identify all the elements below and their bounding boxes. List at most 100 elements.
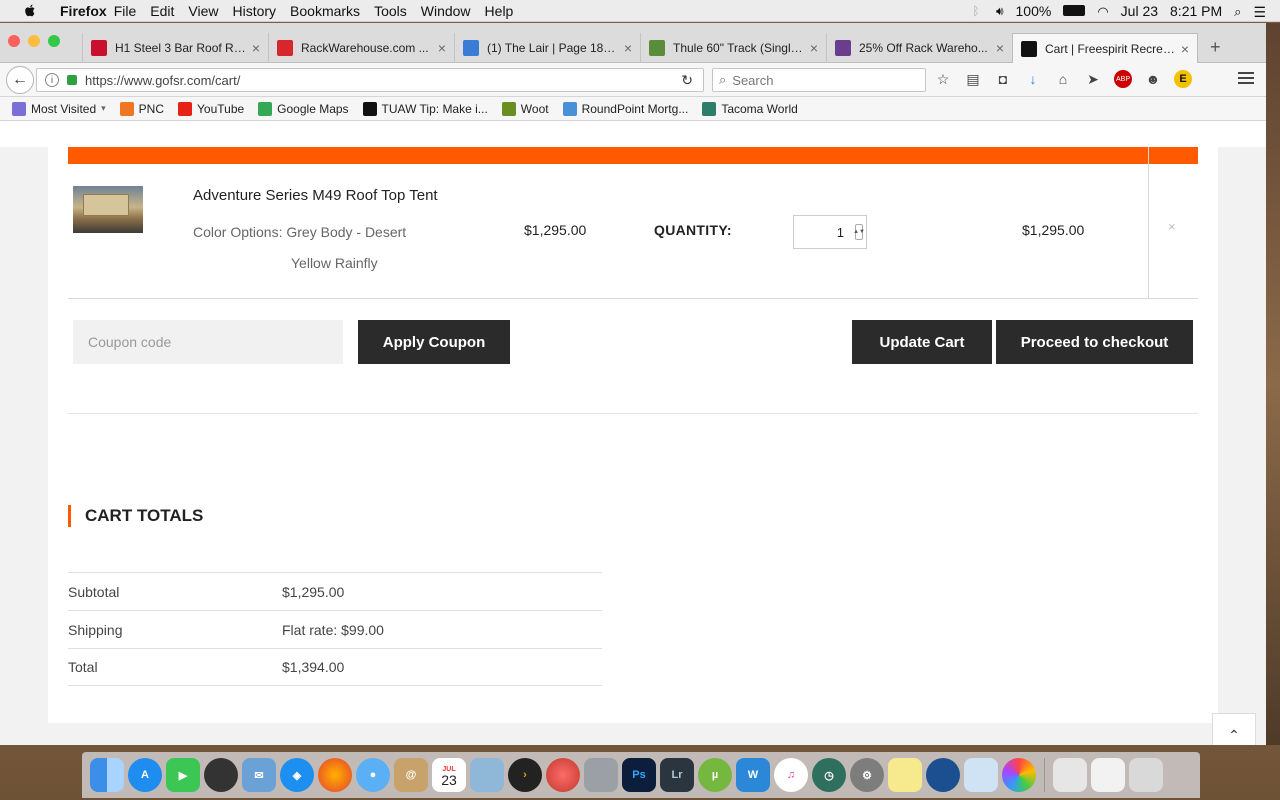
apply-coupon-button[interactable]: Apply Coupon <box>358 320 510 364</box>
remove-item-icon[interactable]: × <box>1168 219 1176 234</box>
document-stack-icon[interactable] <box>1053 758 1087 792</box>
menu-edit[interactable]: Edit <box>150 3 174 19</box>
tab-title[interactable]: RackWarehouse.com ... <box>301 41 432 55</box>
coupon-code-input[interactable]: Coupon code <box>73 320 343 364</box>
search-bar[interactable]: ⌕ Search <box>712 68 926 92</box>
menu-file[interactable]: File <box>114 3 137 19</box>
proceed-to-checkout-button[interactable]: Proceed to checkout <box>996 320 1193 364</box>
chat-icon[interactable]: ☻ <box>1144 70 1162 88</box>
menu-view[interactable]: View <box>188 3 218 19</box>
system-preferences-icon[interactable]: ⚙ <box>850 758 884 792</box>
battery-icon[interactable] <box>1063 5 1086 16</box>
bookmark-item[interactable]: Woot <box>501 101 549 116</box>
reload-icon[interactable]: ↻ <box>681 72 693 89</box>
system-utility-icon[interactable] <box>584 758 618 792</box>
send-icon[interactable]: ➤ <box>1084 70 1102 88</box>
notification-center-icon[interactable]: ☰ <box>1253 4 1266 20</box>
menu-history[interactable]: History <box>232 3 276 19</box>
tab-close-icon[interactable]: × <box>624 40 632 56</box>
url-text[interactable]: https://www.gofsr.com/cart/ <box>85 73 240 88</box>
url-bar[interactable]: i https://www.gofsr.com/cart/ ↻ <box>36 68 704 92</box>
bookmark-star-icon[interactable]: ☆ <box>934 70 952 88</box>
spotlight-search-icon[interactable]: ⌕ <box>1234 4 1241 19</box>
adblock-icon[interactable]: ABP <box>1114 70 1132 88</box>
bookmark-item[interactable]: Tacoma World <box>702 101 798 116</box>
tab-close-icon[interactable]: × <box>810 40 818 56</box>
browser-tab[interactable]: Thule 60" Track (Single... × <box>640 33 826 63</box>
messages-icon[interactable]: ● <box>356 758 390 792</box>
menu-bookmarks[interactable]: Bookmarks <box>290 3 360 19</box>
site-info-icon[interactable]: i <box>45 73 59 87</box>
bookmark-item[interactable]: TUAW Tip: Make i... <box>362 101 488 116</box>
app-store-icon[interactable]: A <box>128 758 162 792</box>
wunderlist-icon[interactable]: W <box>736 758 770 792</box>
docx-stack-icon[interactable] <box>1091 758 1125 792</box>
browser-tab[interactable]: RackWarehouse.com ... × <box>268 33 454 63</box>
browser-tab[interactable]: (1) The Lair | Page 180 |... × <box>454 33 640 63</box>
dashboard-icon[interactable] <box>204 758 238 792</box>
spinner-arrows-icon[interactable]: ▲▼ <box>853 224 865 240</box>
network-utility-icon[interactable] <box>926 758 960 792</box>
lightroom-icon[interactable]: Lr <box>660 758 694 792</box>
minimize-window-button[interactable] <box>28 35 40 47</box>
firefox-icon[interactable] <box>318 758 352 792</box>
new-tab-button[interactable]: + <box>1210 37 1221 58</box>
contacts-icon[interactable]: @ <box>394 758 428 792</box>
time-machine-icon[interactable]: ◷ <box>812 758 846 792</box>
itunes-icon[interactable]: ♫ <box>774 758 808 792</box>
scroll-to-top-button[interactable]: ⌃ <box>1212 713 1256 745</box>
bluetooth-icon[interactable]: ᛒ <box>968 4 984 18</box>
volume-icon[interactable]: 🔊︎ <box>996 4 1004 18</box>
home-icon[interactable]: ⌂ <box>1054 70 1072 88</box>
product-thumbnail[interactable] <box>73 186 143 233</box>
browser-tab[interactable]: 25% Off Rack Wareho... × <box>826 33 1012 63</box>
bookmark-item[interactable]: Most Visited ▾ <box>12 101 106 116</box>
tab-close-icon[interactable]: × <box>996 40 1004 56</box>
extension-e-icon[interactable]: E <box>1174 70 1192 88</box>
menubar-app-name[interactable]: Firefox <box>60 3 107 19</box>
hamburger-menu-icon[interactable] <box>1238 72 1254 87</box>
downloads-icon[interactable]: ↓ <box>1024 70 1042 88</box>
close-window-button[interactable] <box>8 35 20 47</box>
trash-icon[interactable] <box>1129 758 1163 792</box>
browser-tab[interactable]: H1 Steel 3 Bar Roof Ra... × <box>82 33 268 63</box>
browser-tab[interactable]: Cart | Freespirit Recrea... × <box>1012 33 1198 63</box>
pocket-icon[interactable]: ◘ <box>994 70 1012 88</box>
stickies-icon[interactable] <box>888 758 922 792</box>
zoom-window-button[interactable] <box>48 35 60 47</box>
apple-menu-icon[interactable] <box>20 3 40 19</box>
tab-close-icon[interactable]: × <box>1181 41 1189 57</box>
tab-title[interactable]: Cart | Freespirit Recrea... <box>1045 42 1175 56</box>
wifi-icon[interactable]: ◠ <box>1097 4 1108 19</box>
plex-icon[interactable]: › <box>508 758 542 792</box>
chevron-down-icon[interactable]: ▾ <box>101 103 106 114</box>
tab-title[interactable]: Thule 60" Track (Single... <box>673 41 804 55</box>
safari-icon[interactable]: ◈ <box>280 758 314 792</box>
preview-icon[interactable] <box>470 758 504 792</box>
tab-close-icon[interactable]: × <box>438 40 446 56</box>
photos-icon[interactable] <box>1002 758 1036 792</box>
pinball-icon[interactable] <box>546 758 580 792</box>
utorrent-icon[interactable]: µ <box>698 758 732 792</box>
bookmark-item[interactable]: Google Maps <box>258 101 349 116</box>
menubar-time[interactable]: 8:21 PM <box>1170 3 1222 19</box>
mail-icon[interactable]: ✉ <box>242 758 276 792</box>
finder-icon[interactable] <box>90 758 124 792</box>
tab-title[interactable]: (1) The Lair | Page 180 |... <box>487 41 618 55</box>
product-name-link[interactable]: Adventure Series M49 Roof Top Tent <box>193 187 438 204</box>
quantity-value[interactable]: 1 <box>837 225 844 240</box>
bookmark-item[interactable]: RoundPoint Mortg... <box>562 101 688 116</box>
photos-preview-icon[interactable] <box>964 758 998 792</box>
quantity-stepper[interactable]: 1 ▲▼ <box>793 215 867 249</box>
back-button[interactable]: ← <box>6 65 34 94</box>
lock-icon[interactable] <box>67 75 77 85</box>
facetime-icon[interactable]: ▶ <box>166 758 200 792</box>
tab-title[interactable]: H1 Steel 3 Bar Roof Ra... <box>115 41 246 55</box>
menu-help[interactable]: Help <box>485 3 514 19</box>
calendar-icon[interactable]: JUL 23 <box>432 758 466 792</box>
menu-tools[interactable]: Tools <box>374 3 407 19</box>
update-cart-button[interactable]: Update Cart <box>852 320 992 364</box>
photoshop-icon[interactable]: Ps <box>622 758 656 792</box>
reading-list-icon[interactable]: ▤ <box>964 70 982 88</box>
bookmark-item[interactable]: YouTube <box>178 101 244 116</box>
